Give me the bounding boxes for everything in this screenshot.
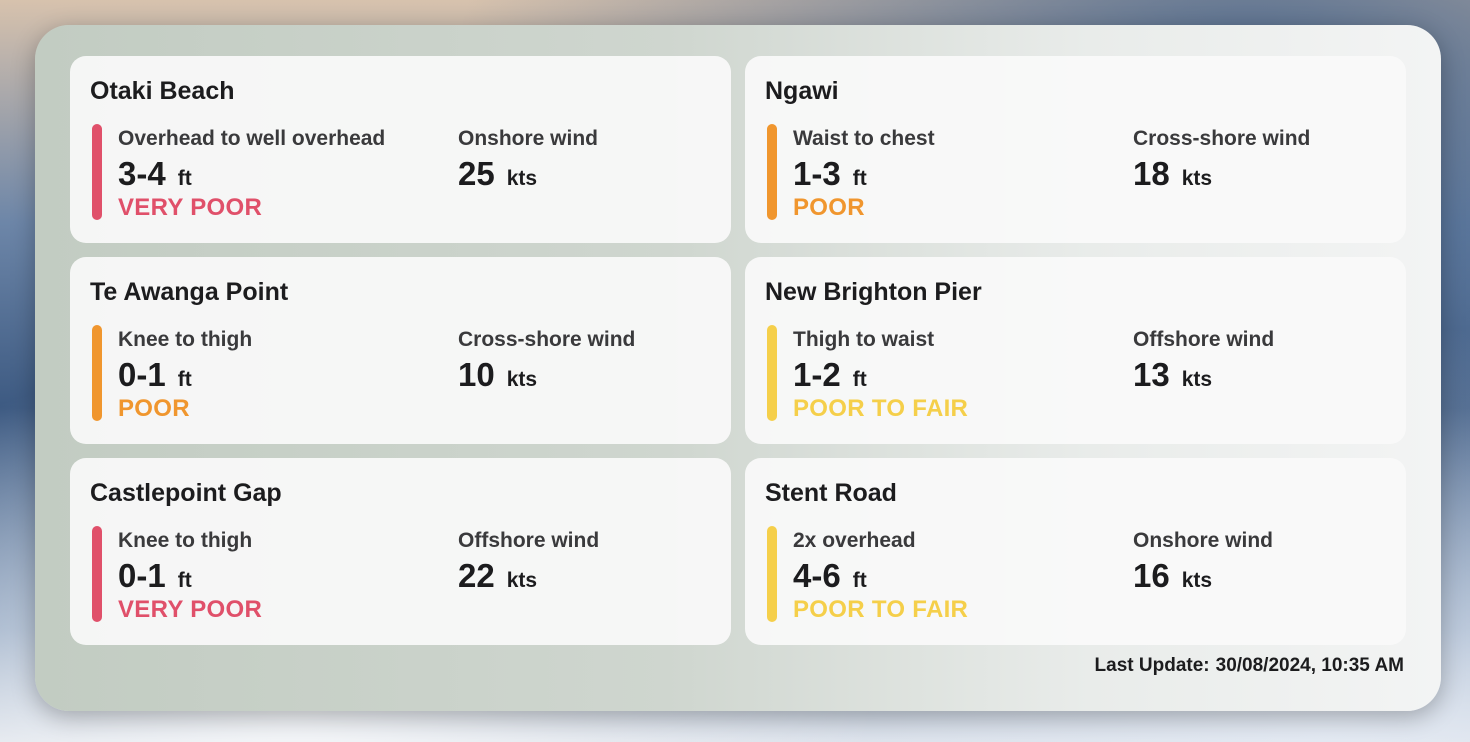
last-update-value: 30/08/2024, 10:35 AM <box>1215 655 1404 676</box>
wind-speed: 13 kts <box>1133 356 1212 394</box>
wave-description: Thigh to waist <box>793 328 935 351</box>
wind-speed: 25 kts <box>458 155 537 193</box>
spot-name: Stent Road <box>765 479 897 507</box>
spot-name: Te Awanga Point <box>90 278 289 306</box>
wave-height-value: 0-1 <box>118 356 166 393</box>
spot-name: Castlepoint Gap <box>90 479 282 507</box>
spot-card-new-brighton-pier[interactable]: New Brighton Pier Thigh to waist 1-2 ft P… <box>745 257 1406 444</box>
wind-speed-value: 22 <box>458 557 495 594</box>
wave-height-value: 3-4 <box>118 155 166 192</box>
wind-speed-unit: kts <box>1181 569 1213 592</box>
wind-description: Cross-shore wind <box>1133 127 1311 150</box>
wind-speed-value: 25 <box>458 155 495 192</box>
wave-description: Knee to thigh <box>118 328 253 351</box>
wind-speed-unit: kts <box>506 368 538 391</box>
spot-card-te-awanga-point[interactable]: Te Awanga Point Knee to thigh 0-1 ft POOR… <box>70 257 731 444</box>
spot-name: Ngawi <box>765 77 839 105</box>
surf-widget: Otaki Beach Overhead to well overhead 3-… <box>35 25 1441 711</box>
wave-description: Overhead to well overhead <box>118 127 386 150</box>
wind-description: Offshore wind <box>1133 328 1275 351</box>
spot-name: New Brighton Pier <box>765 278 982 306</box>
spot-card-castlepoint-gap[interactable]: Castlepoint Gap Knee to thigh 0-1 ft VERY… <box>70 458 731 645</box>
last-update: Last Update: 30/08/2024, 10:35 AM <box>1095 655 1404 677</box>
wind-speed-unit: kts <box>1181 167 1213 190</box>
wave-height-unit: ft <box>852 368 867 391</box>
last-update-label: Last Update: <box>1094 655 1210 676</box>
wave-height-value: 1-3 <box>793 155 841 192</box>
wave-description: Waist to chest <box>793 127 935 150</box>
wind-speed: 22 kts <box>458 557 537 595</box>
wave-height: 3-4 ft <box>118 155 192 193</box>
wind-speed: 18 kts <box>1133 155 1212 193</box>
wave-height: 1-3 ft <box>793 155 867 193</box>
wave-height-unit: ft <box>177 167 192 190</box>
surf-rating: POOR TO FAIR <box>793 596 969 623</box>
wave-description: Knee to thigh <box>118 529 253 552</box>
wind-description: Cross-shore wind <box>458 328 636 351</box>
surf-rating: POOR <box>793 194 865 221</box>
spot-name: Otaki Beach <box>90 77 235 105</box>
wind-speed-unit: kts <box>506 167 538 190</box>
wave-height-unit: ft <box>852 167 867 190</box>
wind-speed-value: 13 <box>1133 356 1170 393</box>
rating-indicator-bar <box>767 325 777 421</box>
rating-indicator-bar <box>92 124 102 220</box>
wind-description: Onshore wind <box>458 127 599 150</box>
rating-indicator-bar <box>767 124 777 220</box>
wind-speed-value: 10 <box>458 356 495 393</box>
rating-indicator-bar <box>767 526 777 622</box>
wave-height-value: 4-6 <box>793 557 841 594</box>
surf-rating: POOR TO FAIR <box>793 395 969 422</box>
wind-description: Offshore wind <box>458 529 600 552</box>
spot-card-otaki-beach[interactable]: Otaki Beach Overhead to well overhead 3-… <box>70 56 731 243</box>
wind-speed-unit: kts <box>506 569 538 592</box>
spot-card-ngawi[interactable]: Ngawi Waist to chest 1-3 ft POOR Cross-sh… <box>745 56 1406 243</box>
surf-rating: VERY POOR <box>118 194 263 221</box>
spot-card-stent-road[interactable]: Stent Road 2x overhead 4-6 ft POOR TO FAI… <box>745 458 1406 645</box>
rating-indicator-bar <box>92 526 102 622</box>
wind-speed-unit: kts <box>1181 368 1213 391</box>
wave-height: 0-1 ft <box>118 557 192 595</box>
wind-speed-value: 18 <box>1133 155 1170 192</box>
wave-height-unit: ft <box>177 569 192 592</box>
wave-height-value: 0-1 <box>118 557 166 594</box>
wave-height: 4-6 ft <box>793 557 867 595</box>
surf-rating: VERY POOR <box>118 596 263 623</box>
spot-grid: Otaki Beach Overhead to well overhead 3-… <box>70 56 1408 645</box>
wave-height-value: 1-2 <box>793 356 841 393</box>
wave-height-unit: ft <box>852 569 867 592</box>
rating-indicator-bar <box>92 325 102 421</box>
wave-height: 1-2 ft <box>793 356 867 394</box>
wind-description: Onshore wind <box>1133 529 1274 552</box>
wave-description: 2x overhead <box>793 529 916 552</box>
wind-speed: 16 kts <box>1133 557 1212 595</box>
surf-rating: POOR <box>118 395 190 422</box>
wave-height-unit: ft <box>177 368 192 391</box>
wind-speed: 10 kts <box>458 356 537 394</box>
wind-speed-value: 16 <box>1133 557 1170 594</box>
wave-height: 0-1 ft <box>118 356 192 394</box>
